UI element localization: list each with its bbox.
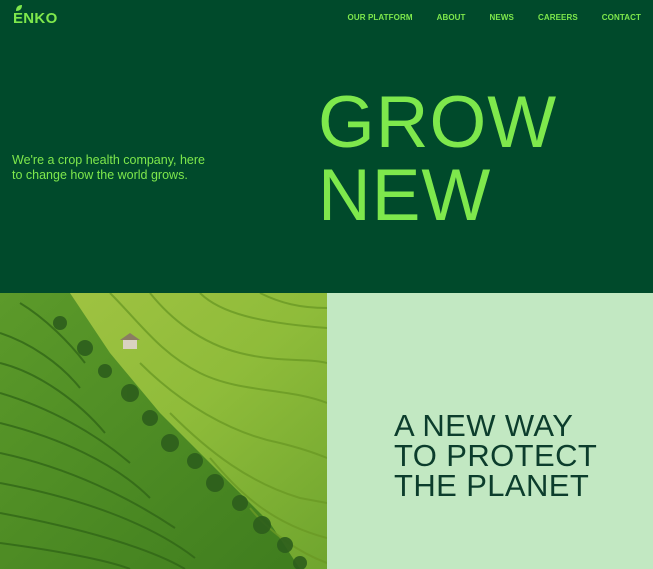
mission-title-line-1: A NEW WAY <box>394 408 574 443</box>
headline-line-2: NEW <box>318 155 492 236</box>
page: ENKO OUR PLATFORM ABOUT NEWS CAREERS CON… <box>0 0 653 569</box>
rice-terraces-photo <box>0 293 327 569</box>
logo-text: ENKO <box>13 10 58 27</box>
mission-title-line-2: TO PROTECT <box>394 438 598 473</box>
hero-section: ENKO OUR PLATFORM ABOUT NEWS CAREERS CON… <box>0 0 653 293</box>
main-nav: OUR PLATFORM ABOUT NEWS CAREERS CONTACT <box>324 13 641 22</box>
hero-headline: GROW NEW <box>318 86 557 232</box>
nav-our-platform[interactable]: OUR PLATFORM <box>348 13 413 22</box>
leaf-icon <box>16 5 22 11</box>
enko-logo[interactable]: ENKO <box>13 5 58 27</box>
mission-panel: A NEW WAY TO PROTECT THE PLANET <box>327 293 653 569</box>
mission-title-line-3: THE PLANET <box>394 468 590 503</box>
mission-title: A NEW WAY TO PROTECT THE PLANET <box>394 408 598 503</box>
nav-contact[interactable]: CONTACT <box>602 13 641 22</box>
headline-line-1: GROW <box>318 82 558 163</box>
nav-careers[interactable]: CAREERS <box>538 13 578 22</box>
terrace-illustration <box>0 293 327 569</box>
hero-tagline: We're a crop health company, here to cha… <box>12 152 205 182</box>
nav-about[interactable]: ABOUT <box>437 13 466 22</box>
nav-news[interactable]: NEWS <box>490 13 514 22</box>
